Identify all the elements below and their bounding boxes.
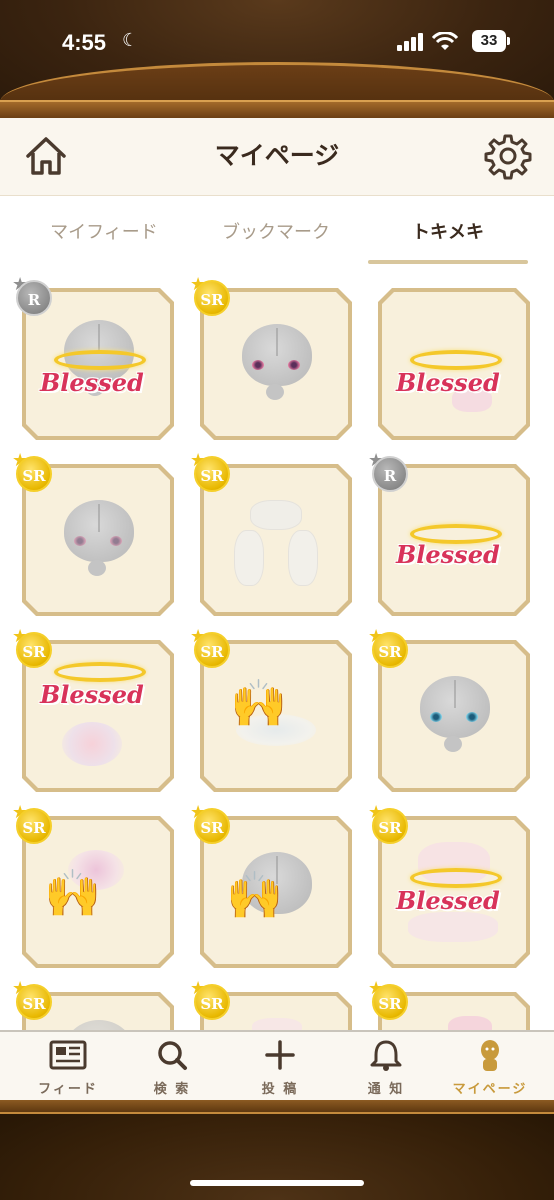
home-indicator[interactable] bbox=[190, 1180, 364, 1186]
rarity-badge: SR bbox=[194, 280, 230, 316]
gear-icon[interactable] bbox=[484, 132, 532, 180]
battery-icon: 33 bbox=[472, 30, 506, 52]
nav-post-label: 投 稿 bbox=[261, 1082, 299, 1097]
status-time: 4:55 bbox=[62, 30, 107, 55]
status-bar: 4:55 ☾ 33 bbox=[0, 0, 554, 80]
item-card[interactable]: Blessed ★ SR bbox=[12, 626, 174, 792]
tab-my-feed[interactable]: マイフィード bbox=[24, 218, 184, 244]
person-icon bbox=[481, 1040, 499, 1071]
main-panel: マイページ マイフィード ブックマーク トキメキ Blessed ★ R bbox=[0, 118, 554, 1030]
bottom-nav: フィード 検 索 投 稿 通 知 マイページ bbox=[0, 1030, 554, 1100]
cellular-signal-icon bbox=[397, 33, 425, 51]
nav-search[interactable]: 検 索 bbox=[122, 1038, 222, 1097]
rarity-badge: SR bbox=[16, 456, 52, 492]
item-card[interactable]: ★ SR bbox=[190, 450, 352, 616]
frame-rail bbox=[0, 100, 554, 118]
wifi-icon bbox=[432, 32, 458, 50]
blessed-text: Blessed bbox=[40, 680, 144, 709]
rarity-badge: SR bbox=[16, 984, 52, 1020]
raised-hands-icon: 🙌 bbox=[230, 676, 288, 730]
rarity-badge: SR bbox=[194, 808, 230, 844]
active-tab-indicator bbox=[368, 260, 528, 264]
item-card[interactable]: Blessed bbox=[378, 288, 530, 440]
tab-tokimeki[interactable]: トキメキ bbox=[368, 218, 528, 244]
nav-feed-label: フィード bbox=[38, 1082, 98, 1097]
rarity-badge: SR bbox=[194, 456, 230, 492]
rarity-badge: SR bbox=[194, 984, 230, 1020]
nav-mypage-label: マイページ bbox=[452, 1082, 528, 1097]
moon-icon: ☾ bbox=[122, 30, 139, 51]
raised-hands-icon: 🙌 bbox=[226, 868, 284, 922]
item-card[interactable]: 🙌 ★ SR bbox=[190, 626, 352, 792]
rarity-badge: SR bbox=[16, 632, 52, 668]
item-card[interactable]: ★ SR bbox=[12, 450, 174, 616]
battery-tip bbox=[507, 37, 510, 45]
rarity-badge: R bbox=[372, 456, 408, 492]
frame-rail bbox=[0, 1100, 554, 1114]
item-card[interactable]: ★ SR bbox=[190, 978, 352, 1030]
item-card[interactable]: ★ SR bbox=[368, 626, 530, 792]
item-card[interactable]: 🙌 ★ SR bbox=[12, 802, 174, 968]
nav-feed[interactable]: フィード bbox=[18, 1038, 118, 1097]
page-header: マイページ bbox=[0, 118, 554, 196]
rarity-badge: SR bbox=[372, 984, 408, 1020]
rarity-badge: SR bbox=[372, 632, 408, 668]
nav-notifications[interactable]: 通 知 bbox=[336, 1038, 436, 1097]
bell-icon bbox=[370, 1040, 402, 1071]
nav-search-label: 検 索 bbox=[153, 1082, 191, 1097]
feed-icon bbox=[49, 1040, 87, 1070]
plus-icon bbox=[265, 1040, 295, 1070]
rarity-badge: SR bbox=[194, 632, 230, 668]
nav-mypage[interactable]: マイページ bbox=[440, 1038, 540, 1097]
item-card[interactable]: ★ SR bbox=[12, 978, 174, 1030]
item-card[interactable]: Blessed ★ R bbox=[368, 450, 530, 616]
tab-bookmarks[interactable]: ブックマーク bbox=[196, 218, 356, 244]
item-card[interactable]: Blessed ★ SR bbox=[368, 802, 530, 968]
rarity-badge: SR bbox=[372, 808, 408, 844]
tab-bar: マイフィード ブックマーク トキメキ bbox=[0, 196, 554, 268]
nav-post[interactable]: 投 稿 bbox=[230, 1038, 330, 1097]
blessed-text: Blessed bbox=[40, 368, 144, 397]
item-card[interactable]: ★ SR bbox=[368, 978, 530, 1030]
rarity-badge: SR bbox=[16, 808, 52, 844]
item-card[interactable]: Blessed ★ R bbox=[12, 274, 174, 440]
search-icon bbox=[158, 1041, 187, 1070]
page-title: マイページ bbox=[214, 141, 340, 170]
item-card[interactable]: ★ SR bbox=[190, 274, 352, 440]
blessed-text: Blessed bbox=[396, 368, 500, 397]
raised-hands-icon: 🙌 bbox=[44, 866, 102, 920]
rarity-badge: R bbox=[16, 280, 52, 316]
nav-notifications-label: 通 知 bbox=[367, 1082, 405, 1097]
blessed-text: Blessed bbox=[396, 540, 500, 569]
blessed-text: Blessed bbox=[396, 886, 500, 915]
item-card[interactable]: 🙌 ★ SR bbox=[190, 802, 352, 968]
